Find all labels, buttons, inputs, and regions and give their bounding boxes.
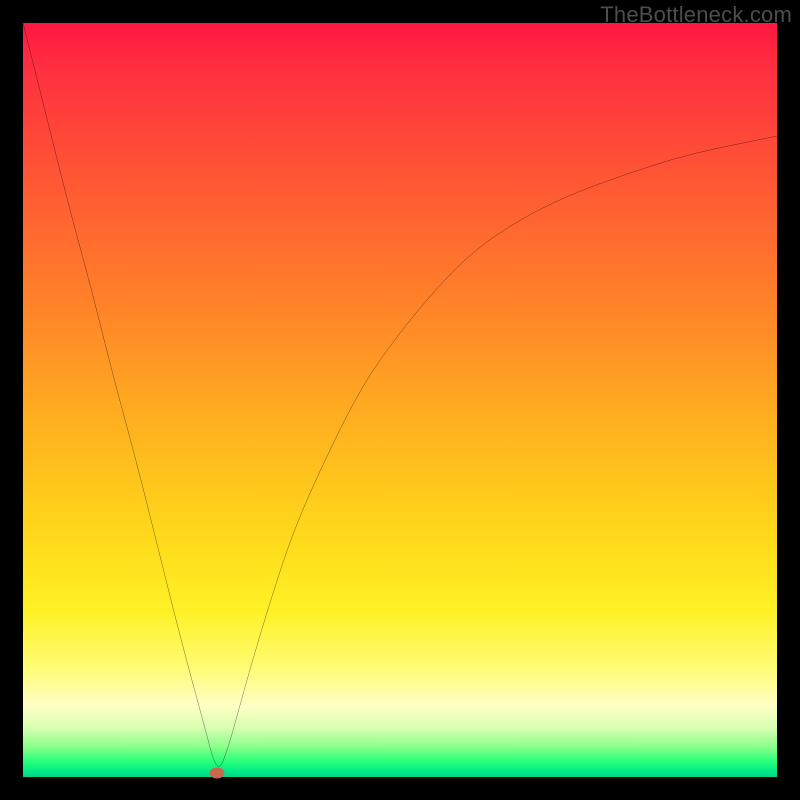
watermark-text: TheBottleneck.com [600, 2, 792, 28]
plot-area [23, 23, 777, 777]
bottleneck-curve [23, 23, 777, 777]
curve-path [23, 23, 777, 766]
optimum-point-marker [209, 768, 224, 779]
chart-frame: TheBottleneck.com [0, 0, 800, 800]
